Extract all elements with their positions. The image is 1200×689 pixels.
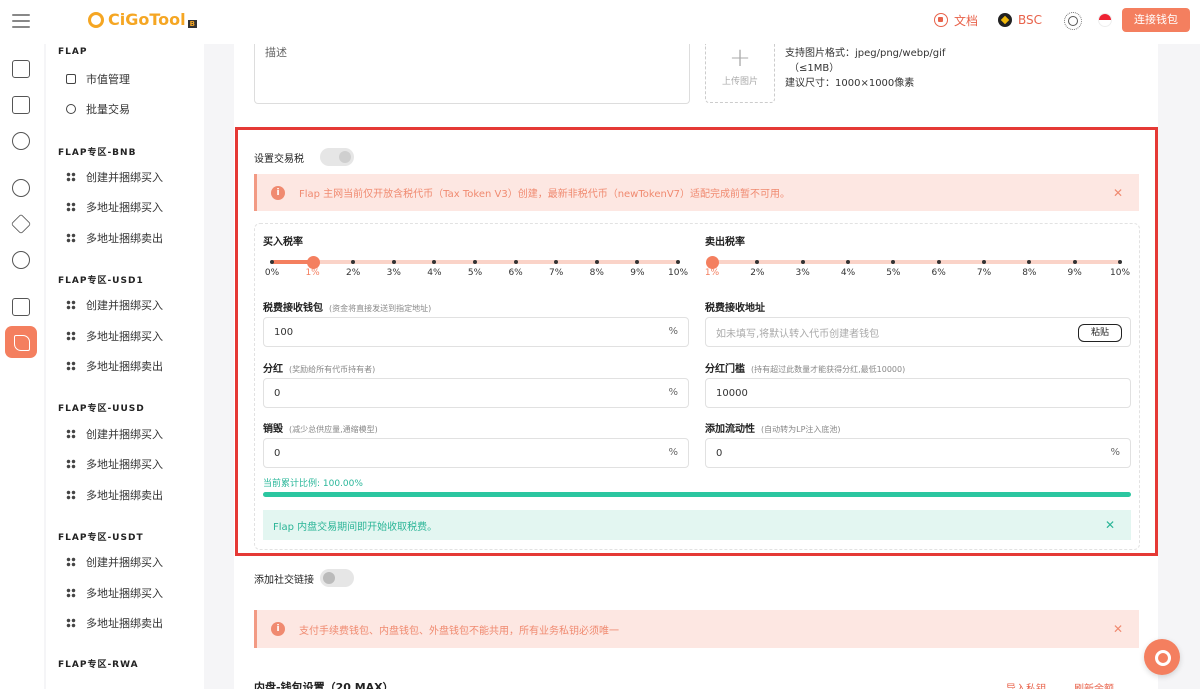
sidebar-item-market-cap[interactable]: 市值管理 (66, 71, 130, 87)
nav-label: 多地址捆绑卖出 (86, 232, 163, 245)
wallet-settings-title: 内盘-钱包设置（20 MAX） (254, 681, 394, 689)
theme-toggle-icon[interactable] (1064, 12, 1082, 30)
nav-label: 多地址捆绑买入 (86, 458, 163, 471)
description-placeholder: 描述 (265, 46, 287, 59)
connect-wallet-button[interactable]: 连接钱包 (1122, 8, 1190, 32)
rail-bnb-icon[interactable] (10, 213, 32, 235)
nav-label: 多地址捆绑卖出 (86, 360, 163, 373)
info-icon: i (271, 622, 285, 636)
image-upload[interactable]: + 上传图片 (705, 44, 775, 103)
rail-rabbit-icon[interactable] (12, 179, 30, 197)
sort-icon (66, 300, 76, 310)
wallet-warning-text: 支付手续费钱包、内盘钱包、外盘钱包不能共用，所有业务私钥必须唯一 (299, 625, 619, 637)
sidebar-item-usd1-multi-sell[interactable]: 多地址捆绑卖出 (66, 358, 163, 374)
section-title: FLAP专区-USDT (58, 533, 144, 543)
rail-stack-icon[interactable] (12, 298, 30, 316)
sort-icon (66, 172, 76, 182)
nodes-icon (66, 361, 76, 371)
sidebar-item-batch-trade[interactable]: 批量交易 (66, 101, 130, 117)
nav-label: 多地址捆绑卖出 (86, 617, 163, 630)
nodes-icon (66, 459, 76, 469)
sidebar-item-usd1-create[interactable]: 创建并捆绑买入 (66, 297, 163, 313)
nav-label: 市值管理 (86, 73, 130, 86)
social-toggle-label: 添加社交链接 (254, 574, 314, 586)
docs-link[interactable]: 文档 (933, 12, 978, 29)
sidebar-item-bnb-multi-buy[interactable]: 多地址捆绑买入 (66, 199, 163, 215)
plus-icon: + (729, 43, 751, 73)
section-title: FLAP专区-USD1 (58, 276, 144, 286)
logo[interactable]: CiGoTool B (88, 10, 197, 29)
nav-label: 多地址捆绑买入 (86, 330, 163, 343)
nav-label: 创建并捆绑买入 (86, 171, 163, 184)
chart-icon (66, 74, 76, 84)
sidebar-item-usd1-multi-buy[interactable]: 多地址捆绑买入 (66, 328, 163, 344)
nav-label: 多地址捆绑卖出 (86, 489, 163, 502)
wallet-actions: 导入私钥 刷新余额 (1006, 680, 1114, 689)
nav-label: 多地址捆绑买入 (86, 587, 163, 600)
nodes-icon (66, 331, 76, 341)
highlight-box (235, 127, 1158, 556)
sidebar-item-bnb-create[interactable]: 创建并捆绑买入 (66, 169, 163, 185)
sidebar-item-uusd-multi-buy[interactable]: 多地址捆绑买入 (66, 456, 163, 472)
wallet-warning-alert: i 支付手续费钱包、内盘钱包、外盘钱包不能共用，所有业务私钥必须唯一 ✕ (254, 610, 1139, 648)
sidebar-item-usdt-multi-buy[interactable]: 多地址捆绑买入 (66, 585, 163, 601)
language-flag-icon[interactable] (1098, 13, 1112, 27)
sidebar: FLAP 市值管理 批量交易 FLAP专区-BNB 创建并捆绑买入 多地址捆绑买… (46, 44, 204, 689)
nodes-icon (66, 233, 76, 243)
nav-label: 创建并捆绑买入 (86, 556, 163, 569)
social-toggle-row: 添加社交链接 (254, 569, 354, 587)
upload-format: 支持图片格式：jpeg/png/webp/gif (785, 48, 946, 59)
close-icon[interactable]: ✕ (1113, 622, 1123, 636)
sidebar-item-uusd-create[interactable]: 创建并捆绑买入 (66, 426, 163, 442)
nav-label: 批量交易 (86, 103, 130, 116)
nav-label: 创建并捆绑买入 (86, 428, 163, 441)
rail-wallet-icon[interactable] (12, 96, 30, 114)
section-title: FLAP专区-UUSD (58, 404, 145, 414)
refresh-balance-button[interactable]: 刷新余额 (1074, 680, 1114, 689)
sidebar-item-bnb-multi-sell[interactable]: 多地址捆绑卖出 (66, 230, 163, 246)
sidebar-item-uusd-multi-sell[interactable]: 多地址捆绑卖出 (66, 487, 163, 503)
upload-size: （≤1MB） (789, 63, 840, 74)
top-header: CiGoTool B 文档 BSC 连接钱包 (0, 0, 1200, 44)
logo-suffix: B (187, 19, 197, 28)
section-title: FLAP专区-RWA (58, 660, 139, 670)
rail-exchange-icon[interactable] (12, 60, 30, 78)
rail-bag-icon[interactable] (12, 251, 30, 269)
sidebar-item-usdt-create[interactable]: 创建并捆绑买入 (66, 554, 163, 570)
sort-icon (66, 557, 76, 567)
rail-coin-icon[interactable] (12, 132, 30, 150)
menu-icon[interactable] (12, 14, 30, 30)
sort-icon (66, 429, 76, 439)
nodes-icon (66, 618, 76, 628)
sidebar-item-usdt-multi-sell[interactable]: 多地址捆绑卖出 (66, 615, 163, 631)
nodes-icon (66, 588, 76, 598)
nodes-icon (66, 202, 76, 212)
upload-dimensions: 建议尺寸：1000×1000像素 (785, 78, 915, 89)
icon-rail (0, 44, 44, 689)
logo-text: CiGoTool (108, 10, 186, 29)
rail-butterfly-icon[interactable] (5, 326, 37, 358)
logo-icon (88, 11, 104, 28)
nodes-icon (66, 490, 76, 500)
nav-label: 创建并捆绑买入 (86, 299, 163, 312)
settings-gear-icon[interactable] (1144, 639, 1180, 675)
social-toggle[interactable] (320, 569, 354, 587)
bnb-icon (997, 13, 1012, 27)
chain-label: BSC (1017, 13, 1042, 27)
chain-selector[interactable]: BSC (997, 13, 1042, 27)
docs-label: 文档 (953, 13, 978, 28)
docs-icon (933, 13, 948, 27)
section-title: FLAP (58, 47, 88, 57)
upload-info: 支持图片格式：jpeg/png/webp/gif （≤1MB） 建议尺寸：100… (785, 46, 945, 91)
nav-label: 多地址捆绑买入 (86, 201, 163, 214)
import-key-button[interactable]: 导入私钥 (1006, 680, 1046, 689)
upload-label: 上传图片 (721, 77, 758, 87)
section-title: FLAP专区-BNB (58, 148, 137, 158)
link-icon (66, 104, 76, 114)
description-textarea[interactable]: 描述 (254, 44, 690, 104)
